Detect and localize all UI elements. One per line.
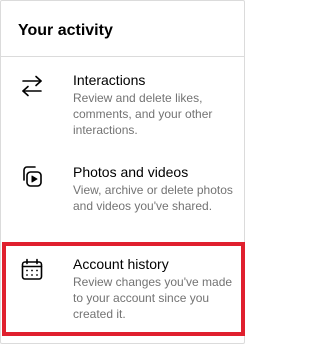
menu-item-title: Account history bbox=[73, 256, 169, 272]
menu-item-description: Review and delete likes, comments, and y… bbox=[73, 91, 213, 137]
calendar-icon bbox=[19, 257, 45, 283]
panel-header: Your activity bbox=[1, 1, 244, 57]
menu-item-title: Interactions bbox=[73, 72, 146, 88]
photos-videos-icon bbox=[19, 164, 45, 190]
menu-item-photos-and-videos[interactable]: Photos and videos View, archive or delet… bbox=[1, 147, 244, 241]
your-activity-panel: Your activity Interactions Review and de… bbox=[0, 0, 245, 344]
menu-item-description: Review changes you've made to your accou… bbox=[73, 275, 233, 321]
menu-item-interactions[interactable]: Interactions Review and delete likes, co… bbox=[1, 57, 244, 147]
menu-item-description: View, archive or delete photos and video… bbox=[73, 183, 233, 213]
menu-item-title: Photos and videos bbox=[73, 164, 189, 180]
menu-item-account-history[interactable]: Account history Review changes you've ma… bbox=[1, 241, 244, 337]
interactions-arrows-icon bbox=[19, 73, 45, 99]
panel-title: Your activity bbox=[18, 22, 113, 39]
